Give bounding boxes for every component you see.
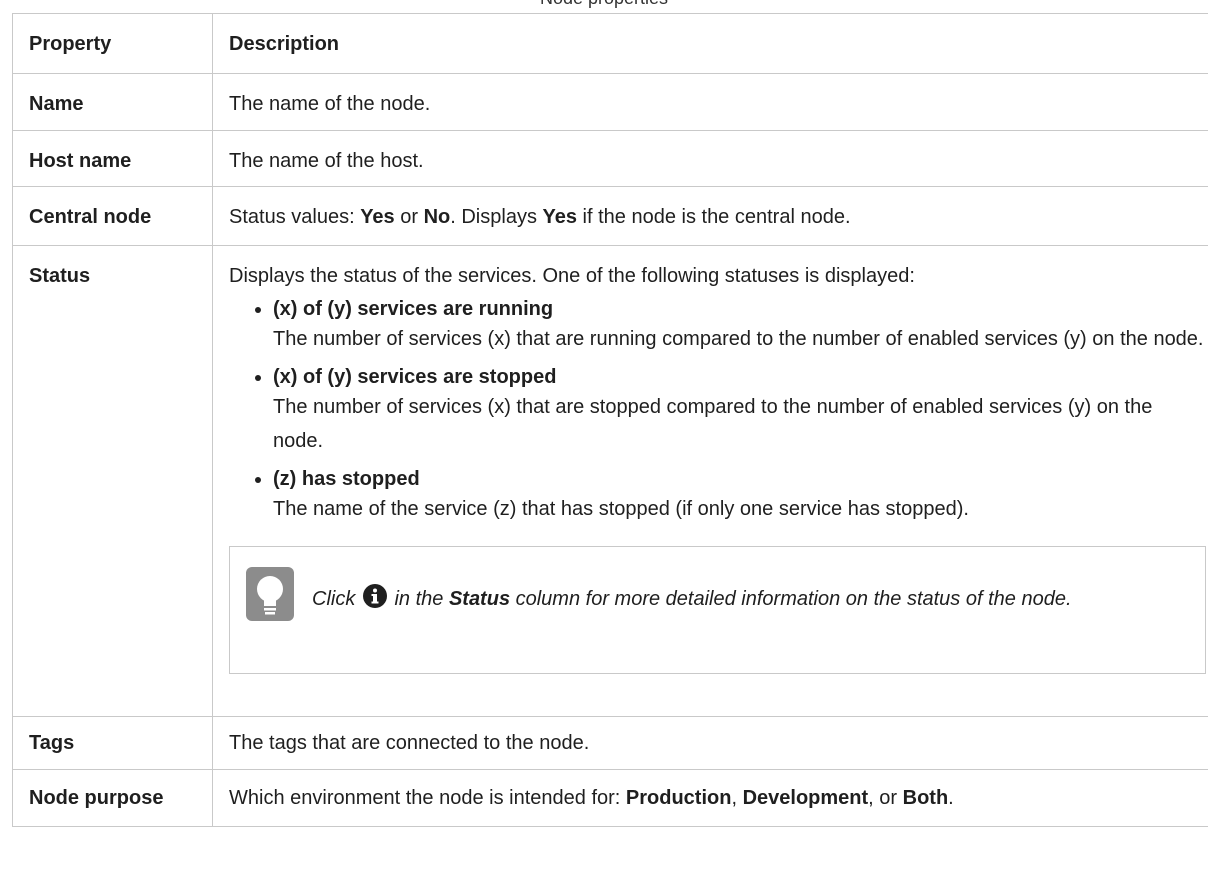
table-row: Host name The name of the host.	[12, 130, 1208, 187]
status-item-title: (z) has stopped	[273, 468, 420, 490]
property-name: Central node	[29, 206, 152, 228]
status-item-text: The number of services (x) that are stop…	[273, 396, 1153, 452]
property-description: Displays the status of the services. One…	[213, 246, 1208, 674]
table-row: Node purpose Which environment the node …	[12, 769, 1208, 827]
info-circle-icon	[362, 584, 387, 608]
property-name: Tags	[29, 732, 75, 754]
property-description: The name of the node.	[229, 93, 431, 115]
status-item-text: The number of services (x) that are runn…	[273, 328, 1204, 350]
status-intro: Displays the status of the services. One…	[229, 265, 915, 287]
tip-text: Click in the Status column for more deta…	[312, 581, 1172, 617]
table-caption: Node properties	[0, 0, 1208, 8]
list-item: (z) has stopped The name of the service …	[253, 466, 1206, 526]
property-name: Node purpose	[29, 787, 164, 809]
status-item-title: (x) of (y) services are stopped	[273, 366, 557, 388]
property-name: Status	[29, 265, 91, 287]
node-properties-table: Property Description Name The name of th…	[12, 13, 1208, 827]
lightbulb-icon	[246, 567, 294, 621]
property-description: The tags that are connected to the node.	[229, 732, 590, 754]
property-name: Name	[29, 93, 84, 115]
header-property: Property	[12, 13, 213, 74]
status-item-title: (x) of (y) services are running	[273, 298, 554, 320]
property-description: Which environment the node is intended f…	[229, 787, 954, 809]
table-row: Name The name of the node.	[12, 73, 1208, 131]
header-row: Property Description	[12, 13, 1208, 74]
table-row: Status Displays the status of the servic…	[12, 245, 1208, 717]
status-item-text: The name of the service (z) that has sto…	[273, 498, 969, 520]
property-description: The name of the host.	[229, 150, 424, 172]
table-row: Central node Status values: Yes or No. D…	[12, 186, 1208, 246]
status-list: (x) of (y) services are running The numb…	[229, 296, 1206, 526]
property-name: Host name	[29, 150, 132, 172]
list-item: (x) of (y) services are running The numb…	[253, 296, 1206, 356]
table-row: Tags The tags that are connected to the …	[12, 716, 1208, 770]
header-description: Description	[212, 13, 1208, 74]
list-item: (x) of (y) services are stopped The numb…	[253, 364, 1206, 458]
tip-box: Click in the Status column for more deta…	[229, 546, 1206, 674]
property-description: Status values: Yes or No. Displays Yes i…	[229, 206, 851, 228]
